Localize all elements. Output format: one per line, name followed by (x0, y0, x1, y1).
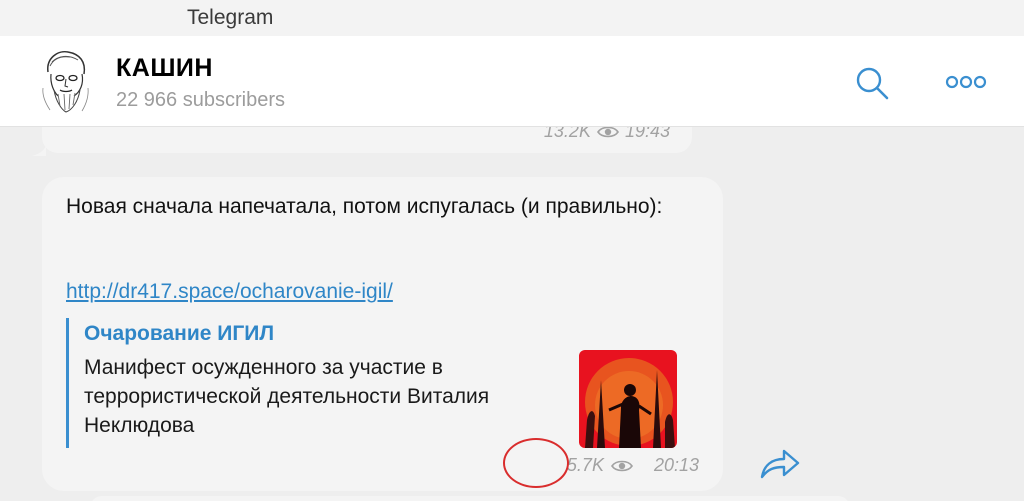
channel-header: КАШИН 22 966 subscribers (0, 36, 1024, 127)
views-highlight-circle (503, 438, 569, 488)
channel-name[interactable]: КАШИН (116, 54, 213, 83)
next-message-bubble-edge (90, 496, 850, 501)
eye-icon (596, 127, 619, 137)
bubble-tail-shape (32, 146, 46, 156)
preview-image (579, 350, 677, 448)
search-icon (856, 67, 889, 100)
previous-message-bubble[interactable]: 13.2K 19:43 (42, 127, 692, 153)
previous-message-meta: 13.2K 19:43 (544, 127, 670, 142)
link-preview[interactable]: Очарование ИГИЛ Манифест осужденного за … (66, 318, 677, 448)
message-time: 20:13 (653, 455, 699, 475)
share-arrow-icon (760, 449, 800, 479)
subscriber-count: 22 966 subscribers (116, 89, 285, 111)
message-text: Новая сначала напечатала, потом испугала… (66, 195, 663, 218)
search-button[interactable] (853, 64, 893, 104)
more-dots-icon (945, 75, 987, 89)
eye-icon (610, 460, 633, 471)
message-meta: 5.7K 20:13 (567, 455, 699, 476)
channel-avatar[interactable] (38, 48, 92, 114)
link-preview-title: Очарование ИГИЛ (84, 322, 275, 345)
avatar-portrait-sketch (42, 50, 89, 113)
link-preview-description: Манифест осужденного за участие в террор… (84, 356, 490, 437)
more-options-button[interactable] (944, 72, 988, 92)
message-feed[interactable]: 13.2K 19:43 Новая сначала напечатала, по… (0, 127, 1024, 501)
message-views: 5.7K (566, 455, 604, 475)
message-bubble[interactable]: Новая сначала напечатала, потом испугала… (42, 177, 723, 491)
link-preview-thumbnail[interactable] (579, 350, 677, 448)
share-button[interactable] (758, 445, 802, 483)
previous-message-views: 13.2K (543, 127, 591, 141)
message-link[interactable]: http://dr417.space/ocharovanie-igil/ (66, 280, 393, 304)
app-title: Telegram (187, 6, 274, 29)
window-titlebar: Telegram (0, 0, 1024, 36)
previous-message-time: 19:43 (624, 127, 670, 141)
